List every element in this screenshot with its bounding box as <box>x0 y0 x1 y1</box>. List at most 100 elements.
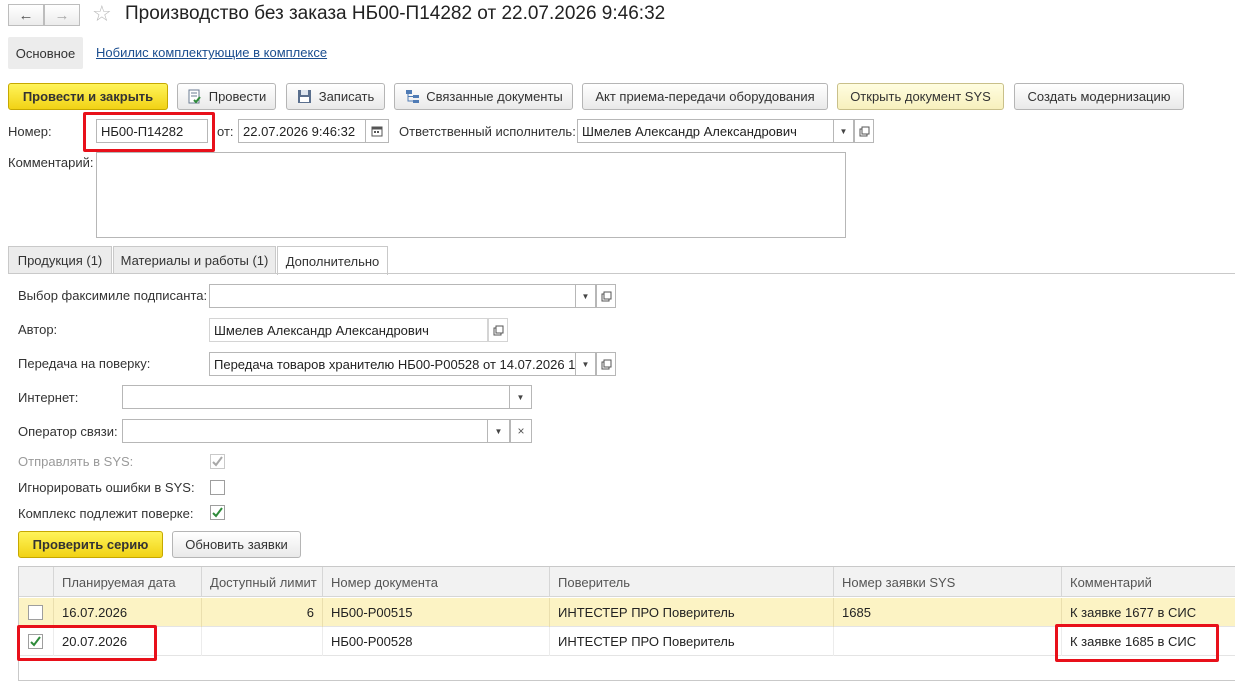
related-documents-button[interactable]: Связанные документы <box>394 83 573 110</box>
update-requests-label: Обновить заявки <box>185 537 288 552</box>
verification-table: Планируемая дата Доступный лимит Номер д… <box>18 566 1235 681</box>
comment-row-highlight <box>1055 624 1219 662</box>
open-sys-label: Открыть документ SYS <box>850 89 991 104</box>
facsimile-label: Выбор факсимиле подписанта: <box>18 288 208 303</box>
window-title: Производство без заказа НБ00-П14282 от 2… <box>125 3 666 24</box>
post-label: Провести <box>208 89 267 104</box>
check-series-button[interactable]: Проверить серию <box>18 531 163 558</box>
table-row[interactable]: 20.07.2026 НБ00-Р00528 ИНТЕСТЕР ПРО Пове… <box>19 627 1235 656</box>
post-button[interactable]: Провести <box>177 83 276 110</box>
open-form-icon <box>601 359 611 369</box>
row-check-cell[interactable] <box>19 598 54 627</box>
date-field[interactable]: 22.07.2026 9:46:32 <box>238 119 366 143</box>
table-row[interactable]: 16.07.2026 6 НБ00-Р00515 ИНТЕСТЕР ПРО По… <box>19 598 1235 627</box>
internet-field[interactable] <box>122 385 510 409</box>
responsible-field[interactable]: Шмелев Александр Александрович <box>577 119 834 143</box>
check-series-label: Проверить серию <box>32 537 149 552</box>
create-modernization-label: Создать модернизацию <box>1027 89 1171 104</box>
tab-divider <box>8 273 1235 274</box>
facsimile-dropdown-button[interactable]: ▼ <box>576 284 596 308</box>
cell-comment: К заявке 1677 в СИС <box>1070 605 1197 620</box>
column-header-date[interactable]: Планируемая дата <box>54 567 202 597</box>
date-label: от: <box>217 124 234 139</box>
tab-products[interactable]: Продукция (1) <box>8 246 112 274</box>
chevron-down-icon: ▼ <box>581 291 590 301</box>
cell-limit: 6 <box>202 598 323 627</box>
cell-doc: НБ00-Р00528 <box>323 627 550 656</box>
open-sys-document-button[interactable]: Открыть документ SYS <box>837 83 1004 110</box>
post-document-icon <box>187 89 203 105</box>
arrow-right-icon: → <box>54 6 70 24</box>
tab-main[interactable]: Основное <box>8 37 83 69</box>
related-documents-label: Связанные документы <box>426 89 563 104</box>
checkmark-icon <box>212 456 223 467</box>
responsible-open-button[interactable] <box>854 119 874 143</box>
open-form-icon <box>859 126 869 136</box>
post-and-close-button[interactable]: Провести и закрыть <box>8 83 168 110</box>
ignore-errors-checkbox[interactable] <box>210 480 225 495</box>
table-header: Планируемая дата Доступный лимит Номер д… <box>19 567 1235 597</box>
facsimile-field[interactable] <box>209 284 576 308</box>
close-icon: × <box>517 424 525 438</box>
complex-verification-label: Комплекс подлежит поверке: <box>18 506 194 521</box>
ignore-errors-label: Игнорировать ошибки в SYS: <box>18 480 195 495</box>
verification-label: Передача на поверку: <box>18 356 151 371</box>
open-form-icon <box>493 325 503 335</box>
author-field: Шмелев Александр Александрович <box>209 318 488 342</box>
verification-open-button[interactable] <box>596 352 616 376</box>
forward-button[interactable]: → <box>44 4 80 26</box>
verification-dropdown-button[interactable]: ▼ <box>576 352 596 376</box>
operator-dropdown-button[interactable]: ▼ <box>488 419 510 443</box>
operator-label: Оператор связи: <box>18 424 118 439</box>
send-sys-checkbox <box>210 454 225 469</box>
act-equipment-button[interactable]: Акт приема-передачи оборудования <box>582 83 828 110</box>
internet-dropdown-button[interactable]: ▼ <box>510 385 532 409</box>
back-button[interactable]: ← <box>8 4 44 26</box>
act-equipment-label: Акт приема-передачи оборудования <box>595 89 815 104</box>
column-header-comment[interactable]: Комментарий <box>1062 567 1235 597</box>
column-header-sys[interactable]: Номер заявки SYS <box>834 567 1062 597</box>
chevron-down-icon: ▼ <box>581 359 590 369</box>
column-header-verifier[interactable]: Поверитель <box>550 567 834 597</box>
author-label: Автор: <box>18 322 58 337</box>
internet-label: Интернет: <box>18 390 79 405</box>
open-form-icon <box>601 291 611 301</box>
date-row-highlight <box>17 625 157 661</box>
number-highlight <box>83 112 215 152</box>
chevron-down-icon: ▼ <box>494 426 503 436</box>
components-link[interactable]: Нобилис комплектующие в комплексе <box>96 45 327 60</box>
cell-sys <box>834 627 1062 656</box>
structure-icon <box>404 89 420 105</box>
author-open-button[interactable] <box>488 318 508 342</box>
star-icon[interactable]: ☆ <box>92 1 112 27</box>
operator-field[interactable] <box>122 419 488 443</box>
verification-field[interactable]: Передача товаров хранителю НБ00-Р00528 о… <box>209 352 576 376</box>
comment-field[interactable] <box>96 152 846 238</box>
tab-additional[interactable]: Дополнительно <box>277 246 388 275</box>
tab-materials[interactable]: Материалы и работы (1) <box>113 246 276 274</box>
arrow-left-icon: ← <box>18 6 34 24</box>
complex-verification-checkbox[interactable] <box>210 505 225 520</box>
cell-limit <box>202 627 323 656</box>
responsible-dropdown-button[interactable]: ▼ <box>834 119 854 143</box>
column-header-check <box>19 567 54 597</box>
update-requests-button[interactable]: Обновить заявки <box>172 531 301 558</box>
floppy-disk-icon <box>297 89 313 105</box>
calendar-button[interactable] <box>366 119 389 143</box>
create-modernization-button[interactable]: Создать модернизацию <box>1014 83 1184 110</box>
cell-sys: 1685 <box>834 598 1062 627</box>
operator-clear-button[interactable]: × <box>510 419 532 443</box>
column-header-limit[interactable]: Доступный лимит <box>202 567 323 597</box>
chevron-down-icon: ▼ <box>516 392 525 402</box>
number-label: Номер: <box>8 124 52 139</box>
row-checkbox[interactable] <box>28 605 43 620</box>
chevron-down-icon: ▼ <box>839 126 848 136</box>
facsimile-open-button[interactable] <box>596 284 616 308</box>
post-and-close-label: Провести и закрыть <box>22 89 154 104</box>
checkmark-icon <box>212 507 223 518</box>
cell-verifier: ИНТЕСТЕР ПРО Поверитель <box>550 627 834 656</box>
column-header-doc[interactable]: Номер документа <box>323 567 550 597</box>
cell-date: 16.07.2026 <box>54 598 202 627</box>
save-button[interactable]: Записать <box>286 83 385 110</box>
cell-doc: НБ00-Р00515 <box>323 598 550 627</box>
